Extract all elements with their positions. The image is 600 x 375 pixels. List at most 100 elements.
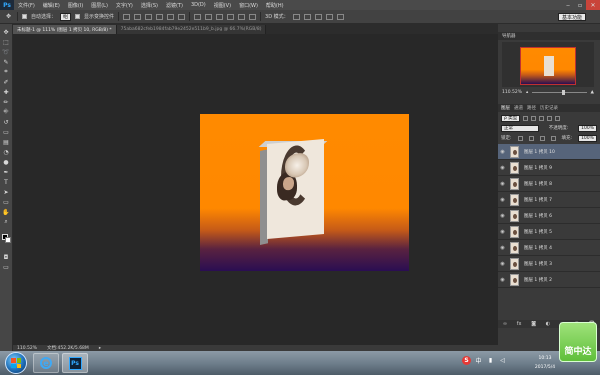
menu-item[interactable]: 视图(V) (210, 2, 235, 9)
visibility-eye-icon[interactable]: ◉ (498, 213, 507, 219)
maximize-button[interactable]: ▫ (574, 0, 586, 10)
layer-row[interactable]: ◉ 图层 1 拷贝 7 (498, 192, 600, 208)
ime-mode-icon[interactable]: 中 (474, 356, 483, 365)
visibility-eye-icon[interactable]: ◉ (498, 181, 507, 187)
minimize-button[interactable]: ‒ (562, 0, 574, 10)
visibility-eye-icon[interactable]: ◉ (498, 165, 507, 171)
distribute-top-icon[interactable] (194, 13, 202, 20)
lock-pixels-icon[interactable] (528, 135, 534, 141)
layer-row[interactable]: ◉ 图层 1 拷贝 6 (498, 208, 600, 224)
layer-kind-filter[interactable]: ρ 类型 (501, 114, 521, 122)
rotate-3d-icon[interactable] (292, 13, 300, 20)
visibility-eye-icon[interactable]: ◉ (498, 197, 507, 203)
filter-adjustment-icon[interactable] (531, 115, 537, 121)
align-left-icon[interactable] (156, 13, 164, 20)
distribute-left-icon[interactable] (227, 13, 235, 20)
layer-row[interactable]: ◉ 图层 1 拷贝 9 (498, 160, 600, 176)
dodge-tool-icon[interactable]: ● (2, 158, 11, 166)
navigator-zoom-slider[interactable] (532, 89, 587, 95)
auto-select-checkbox[interactable] (22, 14, 27, 19)
taskbar-internet-explorer[interactable]: e (33, 353, 59, 373)
status-arrow-icon[interactable]: ▸ (99, 346, 101, 351)
distribute-hcenter-icon[interactable] (238, 13, 246, 20)
adjustment-layer-icon[interactable]: ◐ (546, 321, 550, 327)
pen-tool-icon[interactable]: ✒ (2, 168, 11, 176)
network-icon[interactable]: ▮ (486, 356, 495, 365)
document-tab[interactable]: 75aba682cfeb1984fab79e2452e511b9_b.jpg @… (116, 25, 267, 34)
blend-mode-dropdown[interactable]: 正常 (501, 124, 539, 132)
navigator-tab[interactable]: 导航器 (502, 33, 516, 39)
layers-panel-tab[interactable]: 历史记录 (540, 105, 558, 111)
move-tool-icon[interactable]: ✥ (2, 28, 11, 36)
menu-item[interactable]: 文字(Y) (112, 2, 137, 9)
fill-input[interactable]: 100% (578, 134, 597, 142)
healing-tool-icon[interactable]: ✚ (2, 88, 11, 96)
path-select-tool-icon[interactable]: ➤ (2, 188, 11, 196)
ps-logo-icon[interactable]: Ps (0, 0, 14, 10)
roll-3d-icon[interactable] (303, 13, 311, 20)
start-button[interactable] (5, 352, 27, 374)
menu-item[interactable]: 帮助(H) (262, 2, 288, 9)
layer-row[interactable]: ◉ 图层 1 拷贝 3 (498, 256, 600, 272)
distribute-right-icon[interactable] (249, 13, 257, 20)
align-bottom-icon[interactable] (145, 13, 153, 20)
opacity-input[interactable]: 100% (578, 124, 597, 132)
drag-3d-icon[interactable] (314, 13, 322, 20)
history-brush-tool-icon[interactable]: ↺ (2, 118, 11, 126)
distribute-vcenter-icon[interactable] (205, 13, 213, 20)
blur-tool-icon[interactable]: ◔ (2, 148, 11, 156)
layers-panel-tab[interactable]: 路径 (527, 105, 536, 111)
brush-tool-icon[interactable]: ✏ (2, 98, 11, 106)
layer-row[interactable]: ◉ 图层 1 拷贝 2 (498, 272, 600, 288)
menu-item[interactable]: 图层(L) (87, 2, 112, 9)
filter-smart-object-icon[interactable] (555, 115, 561, 121)
filter-pixel-icon[interactable] (523, 115, 529, 121)
lock-transparent-icon[interactable] (517, 135, 523, 141)
layer-row[interactable]: ◉ 图层 1 拷贝 10 (498, 144, 600, 160)
scale-3d-icon[interactable] (336, 13, 344, 20)
show-transform-checkbox[interactable] (75, 14, 81, 19)
lasso-tool-icon[interactable]: ➰ (2, 48, 11, 56)
screen-mode-icon[interactable]: ▭ (2, 263, 11, 271)
layer-row[interactable]: ◉ 图层 1 拷贝 5 (498, 224, 600, 240)
menu-item[interactable]: 选择(S) (137, 2, 162, 9)
layer-style-icon[interactable]: fx (517, 321, 522, 327)
sogou-input-icon[interactable]: S (462, 356, 471, 365)
hand-tool-icon[interactable]: ✋ (2, 208, 11, 216)
lock-position-icon[interactable] (539, 135, 545, 141)
navigator-zoom-value[interactable]: 110.52% (502, 90, 522, 95)
layers-panel-tab[interactable]: 通道 (514, 105, 523, 111)
color-swatches[interactable] (1, 234, 11, 243)
menu-item[interactable]: 滤镜(T) (162, 2, 187, 9)
close-button[interactable]: ✕ (586, 0, 600, 10)
align-vcenter-icon[interactable] (134, 13, 142, 20)
move-tool-icon[interactable]: ✥ (4, 13, 13, 21)
document-tab[interactable]: 未标题-1 @ 111% (图层 1 拷贝 10, RGB/8) * (13, 25, 117, 34)
visibility-eye-icon[interactable]: ◉ (498, 229, 507, 235)
menu-item[interactable]: 窗口(W) (235, 2, 262, 9)
link-layers-icon[interactable]: ∞ (503, 321, 507, 327)
add-mask-icon[interactable]: ◙ (531, 321, 536, 327)
visibility-eye-icon[interactable]: ◉ (498, 277, 507, 283)
zoom-tool-icon[interactable]: ⌕ (2, 218, 11, 226)
document-canvas[interactable] (200, 114, 409, 271)
menu-item[interactable]: 编辑(E) (39, 2, 64, 9)
zoom-in-icon[interactable]: ▲ (591, 90, 594, 95)
filter-type-icon[interactable] (539, 115, 545, 121)
navigator-preview[interactable] (502, 42, 594, 87)
filter-shape-icon[interactable] (547, 115, 553, 121)
align-top-icon[interactable] (123, 13, 131, 20)
menu-item[interactable]: 文件(F) (14, 2, 39, 9)
auto-select-dropdown[interactable]: 组 (60, 12, 72, 21)
shape-tool-icon[interactable]: ▭ (2, 198, 11, 206)
layer-row[interactable]: ◉ 图层 1 拷贝 8 (498, 176, 600, 192)
lock-all-icon[interactable] (550, 135, 556, 141)
background-color-swatch[interactable] (4, 237, 11, 243)
zoom-out-icon[interactable]: ▴ (526, 90, 528, 95)
marquee-tool-icon[interactable]: ⬚ (2, 38, 11, 46)
stamp-tool-icon[interactable]: ⎆ (2, 108, 11, 116)
type-tool-icon[interactable]: T (2, 178, 11, 186)
quick-select-tool-icon[interactable]: ✎ (2, 58, 11, 66)
visibility-eye-icon[interactable]: ◉ (498, 245, 507, 251)
volume-icon[interactable]: ◁ (498, 356, 507, 365)
